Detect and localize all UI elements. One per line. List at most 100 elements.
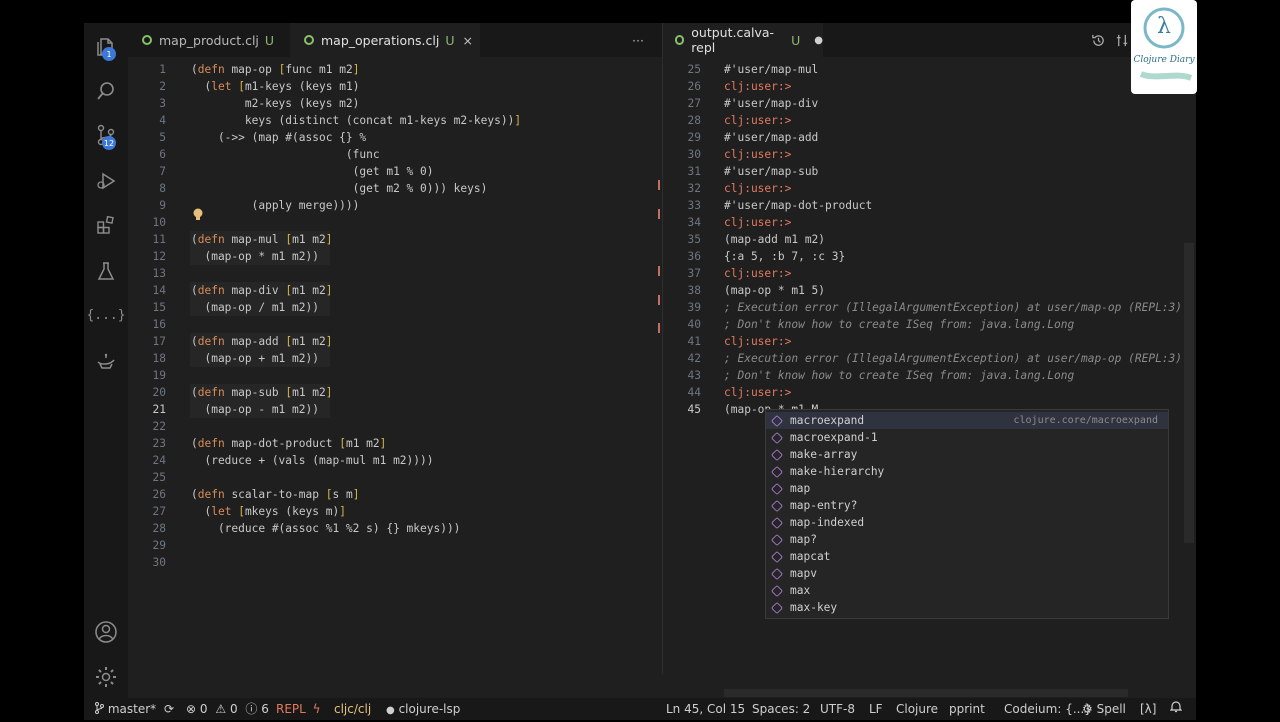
lsp-status[interactable]: ● clojure-lsp (386, 698, 460, 720)
code-line[interactable]: (map-op + m1 m2)) (191, 350, 319, 367)
autocomplete-item[interactable]: map? (766, 531, 1168, 548)
spell-status[interactable]: ⚙ Spell (1082, 698, 1126, 720)
tab-map-product[interactable]: map_product.clj U (128, 23, 302, 57)
repl-horizontal-scrollbar[interactable] (724, 689, 1128, 697)
cursor-position[interactable]: Ln 45, Col 15 (666, 698, 745, 720)
autocomplete-label: max (790, 584, 811, 597)
code-line[interactable]: (reduce #(assoc %1 %2 s) {} mkeys))) (191, 520, 460, 537)
encoding[interactable]: UTF-8 (820, 698, 855, 720)
line-number: 26 (152, 488, 166, 501)
pprint-toggle[interactable]: pprint (949, 698, 985, 720)
code-line[interactable]: m2-keys (keys m2) (191, 95, 360, 112)
code-line[interactable]: (defn map-dot-product [m1 m2] (191, 435, 386, 452)
code-line[interactable]: (let [mkeys (keys m)] (191, 503, 346, 520)
calva-braces-icon[interactable]: {...} (86, 303, 125, 327)
code-line[interactable]: keys (distinct (concat m1-keys m2-keys))… (191, 112, 521, 129)
line-number: 5 (159, 131, 166, 144)
autocomplete-item[interactable]: map-indexed (766, 514, 1168, 531)
diff-marker (658, 209, 660, 219)
code-line[interactable]: (->> (map #(assoc {} % (191, 129, 366, 146)
diff-marker (658, 323, 660, 333)
repl-prompt: clj:user:> (724, 335, 792, 348)
autocomplete-item[interactable]: map-entry? (766, 497, 1168, 514)
end-of-line[interactable]: LF (869, 698, 883, 720)
more-actions-icon[interactable]: ··· (632, 23, 656, 57)
calva-lambda[interactable]: [λ] (1140, 698, 1156, 720)
line-number: 32 (687, 182, 701, 195)
autocomplete-item[interactable]: make-array (766, 446, 1168, 463)
repl-prompt: clj:user:> (724, 216, 792, 229)
line-number: 9 (159, 199, 166, 212)
autocomplete-item[interactable]: macroexpand-1 (766, 429, 1168, 446)
line-number: 29 (152, 539, 166, 552)
autocomplete-item[interactable]: make-hierarchy (766, 463, 1168, 480)
clojure-file-icon (675, 35, 685, 45)
code-line[interactable]: (get m2 % 0))) keys) (191, 180, 488, 197)
repl-output: {:a 5, :b 7, :c 3} (724, 250, 846, 263)
line-number: 14 (152, 284, 166, 297)
left-editor[interactable]: 1 (defn map-op [func m1 m2] 2 (let [m1-key… (128, 57, 662, 674)
code-line[interactable]: (defn map-mul [m1 m2] (191, 231, 333, 248)
run-debug-icon[interactable] (94, 169, 118, 193)
repl-status[interactable]: REPL ϟ (276, 698, 321, 720)
autocomplete-item[interactable]: mapv (766, 565, 1168, 582)
history-icon[interactable] (1091, 23, 1111, 57)
language-mode[interactable]: Clojure (896, 698, 938, 720)
line-number: 10 (152, 216, 166, 229)
line-number: 20 (152, 386, 166, 399)
tab-map-operations[interactable]: map_operations.clj U × (290, 23, 480, 57)
line-number: 21 (152, 403, 166, 416)
close-tab-icon[interactable]: × (463, 33, 473, 48)
branch-indicator[interactable]: master* ⟳ (94, 698, 174, 720)
line-number: 33 (687, 199, 701, 212)
autocomplete-item[interactable]: macroexpand clojure.core/macroexpand (766, 412, 1168, 429)
tab-output-repl[interactable]: output.calva-repl U ● (663, 23, 823, 57)
code-line[interactable]: (defn map-sub [m1 m2] (191, 384, 333, 401)
line-number: 17 (152, 335, 166, 348)
symbol-cube-icon (770, 431, 784, 444)
autocomplete-label: mapv (790, 567, 817, 580)
lightbulb-icon[interactable] (192, 207, 204, 221)
testing-flask-icon[interactable] (94, 259, 118, 283)
autocomplete-item[interactable]: max (766, 582, 1168, 599)
repl-vertical-scrollbar[interactable] (1184, 243, 1194, 543)
code-line[interactable]: (reduce + (vals (map-mul m1 m2)))) (191, 452, 433, 469)
code-line[interactable]: (get m1 % 0) (191, 163, 434, 180)
code-line[interactable]: (defn map-div [m1 m2] (191, 282, 333, 299)
autocomplete-popup[interactable]: macroexpand clojure.core/macroexpand macro… (765, 409, 1169, 619)
problems-indicator[interactable]: ⊗ 0 ⚠ 0 ⓘ 6 (186, 698, 269, 720)
code-line[interactable]: (func (191, 146, 380, 163)
cljs-clj-mode[interactable]: cljc/clj (334, 698, 371, 720)
code-line[interactable]: (map-op / m1 m2)) (191, 299, 319, 316)
codeium-status[interactable]: Codeium: {...} (1004, 698, 1092, 720)
autocomplete-item[interactable]: map (766, 480, 1168, 497)
indent-spaces[interactable]: Spaces: 2 (752, 698, 810, 720)
repl-prompt: clj:user:> (724, 80, 792, 93)
notifications-bell-icon[interactable] (1169, 698, 1183, 720)
search-icon[interactable] (94, 79, 118, 103)
sync-icon[interactable]: ⟳ (164, 702, 174, 716)
autocomplete-item[interactable]: mapcat (766, 548, 1168, 565)
code-line[interactable]: (map-op * m1 m2)) (191, 248, 319, 265)
settings-gear-icon[interactable] (94, 665, 118, 689)
code-line[interactable]: (defn scalar-to-map [s m] (191, 486, 359, 503)
extensions-icon[interactable] (94, 213, 118, 237)
symbol-cube-icon (770, 584, 784, 597)
code-line[interactable]: (map-op - m1 m2)) (191, 401, 319, 418)
line-number: 28 (152, 522, 166, 535)
code-line[interactable]: (defn map-add [m1 m2] (191, 333, 333, 350)
account-icon[interactable] (94, 620, 118, 644)
vscode-window: 1 12 {...} map_product.clj U map_operati… (84, 23, 1196, 698)
line-number: 35 (687, 233, 701, 246)
genie-lamp-icon[interactable] (94, 349, 118, 373)
line-number: 45 (687, 403, 701, 416)
code-line[interactable]: (defn map-op [func m1 m2] (191, 61, 359, 78)
autocomplete-label: map-indexed (790, 516, 865, 529)
line-number: 27 (687, 97, 701, 110)
code-line[interactable]: (let [m1-keys (keys m1) (191, 78, 359, 95)
repl-prompt: clj:user:> (724, 182, 792, 195)
logo-text: Clojure Diary (1133, 55, 1195, 65)
code-line[interactable]: (apply merge)))) (191, 197, 360, 214)
line-number: 8 (159, 182, 166, 195)
autocomplete-item[interactable]: max-key (766, 599, 1168, 616)
